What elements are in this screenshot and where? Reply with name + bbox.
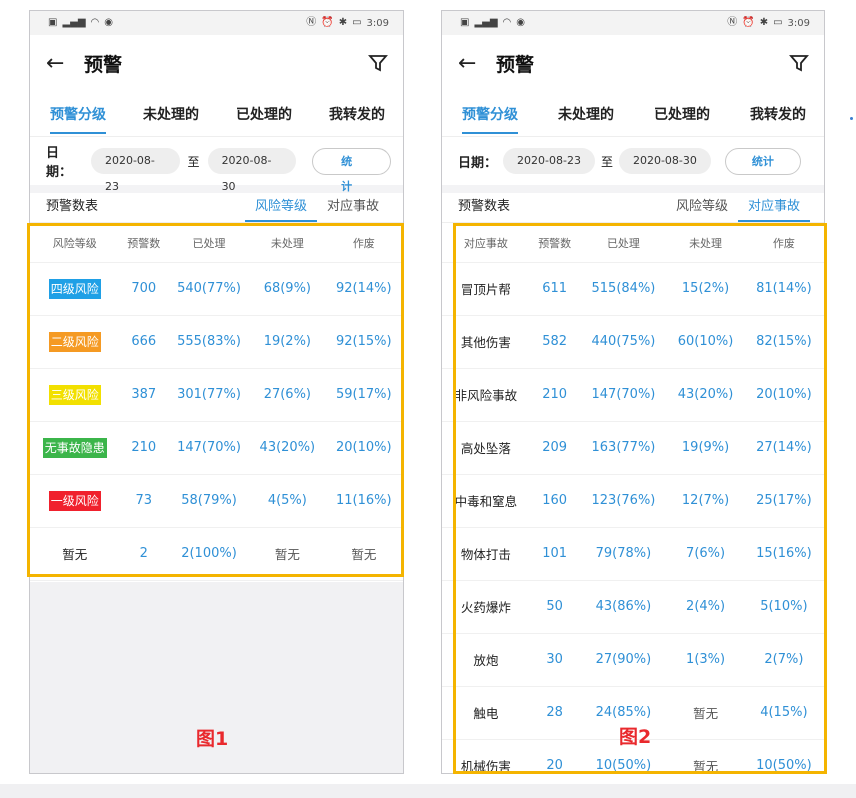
status-time: 3:09: [787, 17, 810, 29]
alarm-icon: ⏰: [742, 17, 755, 28]
app-bar: ← 预警: [442, 35, 824, 91]
back-arrow-icon[interactable]: ←: [46, 51, 74, 76]
start-date-picker[interactable]: 2020-08-23: [503, 148, 595, 174]
date-filter: 日期： 2020-08-23 至 2020-08-30 统计: [30, 137, 403, 193]
tab-unprocessed[interactable]: 未处理的: [143, 92, 199, 136]
page-title: 预警: [496, 53, 535, 76]
date-to-label: 至: [600, 154, 613, 169]
subtab-risk-level[interactable]: 风险等级: [244, 187, 317, 222]
battery-icon: ▭: [773, 17, 783, 28]
tab-warning-level[interactable]: 预警分级: [462, 92, 518, 136]
table-title: 预警数表: [46, 199, 99, 214]
filter-icon[interactable]: [788, 52, 810, 74]
tab-forwarded[interactable]: 我转发的: [750, 92, 806, 136]
tab-warning-level[interactable]: 预警分级: [50, 92, 106, 136]
status-bar: ▣ ▂▄▆ ◠ ◉ Ⓝ ⏰ ✱ ▭ 3:09: [442, 11, 824, 35]
statistics-button[interactable]: 统计: [312, 147, 391, 193]
table-subheader: 预警数表 风险等级 对应事故: [442, 187, 824, 223]
subtab-accident[interactable]: 对应事故: [317, 187, 389, 222]
subtab-risk-level[interactable]: 风险等级: [666, 187, 738, 222]
sim-icon: ▣: [460, 17, 470, 28]
table-title: 预警数表: [458, 199, 511, 214]
status-time: 3:09: [366, 17, 389, 29]
highlight-box-2: [453, 223, 827, 774]
subtab-accident[interactable]: 对应事故: [737, 187, 811, 222]
main-tabs: 预警分级 未处理的 已处理的 我转发的: [30, 91, 403, 137]
wifi-icon: ◠: [502, 17, 512, 28]
back-arrow-icon[interactable]: ←: [458, 51, 486, 76]
date-label: 日期：: [458, 155, 498, 171]
status-bar: ▣ ▂▄▆ ◠ ◉ Ⓝ ⏰ ✱ ▭ 3:09: [30, 11, 403, 35]
wifi-icon: ◠: [90, 17, 100, 28]
tab-processed[interactable]: 已处理的: [236, 92, 292, 136]
statistics-button[interactable]: 统计: [724, 147, 801, 175]
end-date-picker[interactable]: 2020-08-30: [618, 148, 711, 174]
eye-icon: ◉: [516, 17, 525, 28]
sim-icon: ▣: [48, 17, 58, 28]
edge-dot: [850, 117, 853, 120]
highlight-box-1: [27, 223, 404, 577]
date-label: 日期：: [46, 146, 73, 180]
eye-icon: ◉: [104, 17, 113, 28]
date-to-label: 至: [187, 154, 200, 169]
tab-forwarded[interactable]: 我转发的: [329, 92, 385, 136]
figure-caption-2: 图2: [619, 726, 652, 748]
alarm-icon: ⏰: [321, 17, 334, 28]
start-date-picker[interactable]: 2020-08-23: [90, 148, 180, 193]
table-subheader: 预警数表 风险等级 对应事故: [30, 187, 403, 223]
page-title: 预警: [84, 53, 123, 76]
page-bottom-band: [0, 784, 856, 798]
tab-processed[interactable]: 已处理的: [654, 92, 710, 136]
bluetooth-icon: ✱: [759, 17, 769, 28]
battery-icon: ▭: [352, 17, 362, 28]
tab-unprocessed[interactable]: 未处理的: [558, 92, 614, 136]
nfc-icon: Ⓝ: [727, 17, 738, 28]
app-bar: ← 预警: [30, 35, 403, 91]
bluetooth-icon: ✱: [338, 17, 348, 28]
filter-icon[interactable]: [367, 52, 389, 74]
figure-caption-1: 图1: [196, 728, 229, 750]
signal-icon: ▂▄▆: [474, 17, 498, 28]
date-filter: 日期： 2020-08-23 至 2020-08-30 统计: [442, 137, 824, 193]
signal-icon: ▂▄▆: [62, 17, 86, 28]
main-tabs: 预警分级 未处理的 已处理的 我转发的: [442, 91, 824, 137]
nfc-icon: Ⓝ: [306, 17, 317, 28]
end-date-picker[interactable]: 2020-08-30: [207, 148, 297, 193]
